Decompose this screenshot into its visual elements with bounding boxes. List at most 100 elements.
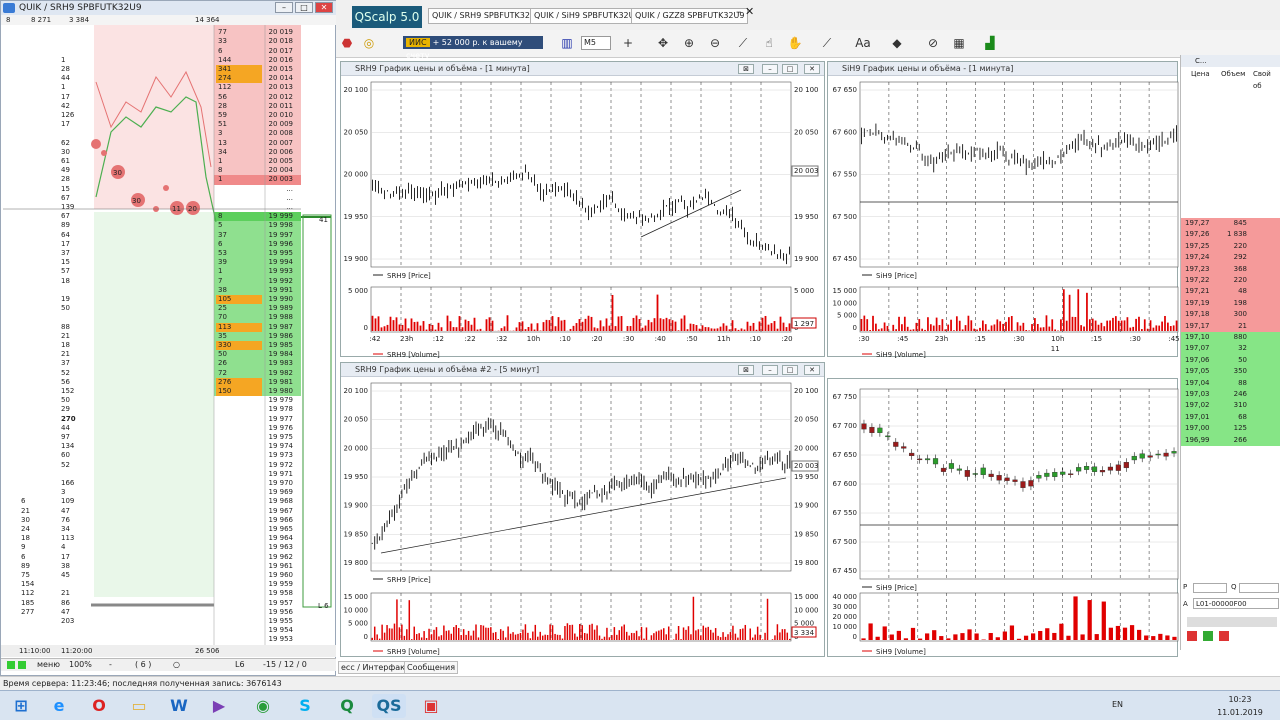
glass-bid-row[interactable]: 197,10 880: [1181, 332, 1280, 344]
zoom-level[interactable]: 100%: [69, 659, 92, 671]
timeframe-select[interactable]: M5: [581, 36, 611, 50]
glass-ask-row[interactable]: 197,21 48: [1181, 286, 1280, 298]
qty-input[interactable]: [1239, 583, 1279, 593]
explorer-icon[interactable]: ▭: [122, 694, 156, 718]
volume-bar: [1074, 316, 1077, 331]
glass-ask-row[interactable]: 197,23 368: [1181, 263, 1280, 275]
glass-ask-row[interactable]: 197,25 220: [1181, 240, 1280, 253]
line-tool-icon[interactable]: ⟋: [818, 34, 836, 52]
buy-icon[interactable]: [1203, 631, 1213, 641]
volume-bar: [430, 634, 433, 640]
chart-sih9-candles[interactable]: 67 750 67 700 67 650 67 600 67 550 67 500 67 4…: [827, 378, 1179, 657]
promo-banner[interactable]: ИИС + 52 000 р. к вашему счету: [403, 36, 543, 60]
glass-ask-row[interactable]: 197,26 1 838: [1181, 229, 1280, 241]
glass-bid-row[interactable]: 197,01 68: [1181, 411, 1280, 424]
volume-bar: [882, 626, 887, 640]
sell-icon[interactable]: [1219, 631, 1229, 641]
volume-bar: [596, 328, 599, 331]
clock[interactable]: 10:23 11.01.2019: [1210, 693, 1270, 719]
marker-icon[interactable]: ◆: [888, 34, 906, 52]
bar-chart-icon[interactable]: ▥: [558, 34, 576, 52]
volume-bar: [973, 328, 976, 331]
opera-icon[interactable]: O: [82, 694, 116, 718]
glass-bid-row[interactable]: 197,06 50: [1181, 354, 1280, 367]
zoom-out-icon[interactable]: ⊖: [706, 34, 724, 52]
y-tick-label: 19 800: [344, 559, 369, 567]
menu-button[interactable]: меню: [37, 659, 60, 671]
qscalp-taskbar-icon[interactable]: QS: [372, 694, 406, 718]
hide-icon[interactable]: ⊘: [924, 34, 942, 52]
glass-ask-row[interactable]: 197,18 300: [1181, 309, 1280, 321]
glass-ask-row[interactable]: 197,22 220: [1181, 275, 1280, 287]
price-input[interactable]: [1193, 583, 1227, 593]
volume-bar: [667, 626, 670, 640]
zoom-in-icon[interactable]: ⊕: [680, 34, 698, 52]
volume-bar: [1016, 638, 1022, 640]
volume-bar: [877, 329, 880, 331]
close-button[interactable]: ✕: [315, 2, 333, 13]
language-indicator[interactable]: EN: [1112, 700, 1123, 709]
text-tool-button[interactable]: Aa: [851, 34, 875, 52]
chrome-icon[interactable]: ◉: [246, 694, 280, 718]
glass-ask-row[interactable]: 197,24 292: [1181, 252, 1280, 264]
glass-bid-row[interactable]: 197,00 125: [1181, 423, 1280, 435]
main-close-button[interactable]: ✕: [745, 5, 754, 18]
chart-srh9-1m[interactable]: SRH9 График цены и объёма - [1 минута] ⊠…: [340, 61, 825, 359]
volume-bar: [413, 626, 415, 640]
level2-icon[interactable]: ▟: [981, 34, 999, 52]
app-icon[interactable]: ▣: [414, 694, 448, 718]
glass-bid-row[interactable]: 197,02 310: [1181, 400, 1280, 412]
tab-srh9[interactable]: QUIK / SRH9 SPBFUTK32U9: [428, 8, 545, 24]
y-tick-label: 67 650: [833, 86, 858, 94]
glass-price: 197,26: [1185, 230, 1210, 239]
glass-bid-row[interactable]: 197,07 32: [1181, 343, 1280, 355]
chart-srh9-5m[interactable]: SRH9 График цены и объёма #2 - [5 минут]…: [340, 362, 825, 657]
pointer-hand-icon[interactable]: ☝: [760, 34, 778, 52]
minimize-button[interactable]: –: [275, 2, 293, 13]
volume-bar: [534, 624, 537, 640]
chart-sih9-1m[interactable]: SiH9 График цены и объёма - [1 минута] 6…: [827, 61, 1180, 359]
tab-messages[interactable]: Сообщения: [404, 661, 459, 674]
tab-news[interactable]: есс / Интерфакс: [338, 661, 413, 674]
glass-ask-row[interactable]: 197,27 845: [1181, 218, 1280, 230]
glass-bid-row[interactable]: 197,04 88: [1181, 377, 1280, 389]
volume-bar: [1175, 320, 1178, 331]
glass-bid-row[interactable]: 196,99 266: [1181, 434, 1280, 446]
quik-icon[interactable]: Q: [330, 694, 364, 718]
account-select[interactable]: L01-00000F00: [1193, 598, 1279, 609]
ruler-icon[interactable]: ⟋: [734, 34, 752, 52]
skype-icon[interactable]: S: [288, 694, 322, 718]
glass-action-bar[interactable]: [1187, 617, 1277, 627]
vs-icon[interactable]: ▶: [202, 694, 236, 718]
main-minimize-button[interactable]: –: [736, 5, 742, 18]
cancel-order-icon[interactable]: [1187, 631, 1197, 641]
volume-bar: [453, 627, 455, 640]
volume-bar: [1023, 635, 1029, 640]
volume-bar: [603, 636, 606, 640]
volume-bar: [1151, 636, 1156, 640]
glass-ask-row[interactable]: 197,17 21: [1181, 320, 1280, 332]
glass-volume: 88: [1238, 378, 1247, 387]
glass-ask-row[interactable]: 197,19 198: [1181, 297, 1280, 310]
coins-icon[interactable]: ◎: [360, 34, 378, 52]
candle: [1012, 479, 1018, 482]
word-icon[interactable]: W: [162, 694, 196, 718]
tab-gzz8[interactable]: QUIK / GZZ8 SPBFUTK32U9: [631, 8, 749, 24]
maximize-button[interactable]: □: [295, 2, 313, 13]
volume-bar: [373, 626, 376, 640]
ie-icon[interactable]: e: [42, 694, 76, 718]
glass-bid-row[interactable]: 197,03 246: [1181, 389, 1280, 401]
volume-bar: [554, 633, 556, 640]
move-icon[interactable]: ✥: [654, 34, 672, 52]
circle-toggle[interactable]: ○: [173, 659, 180, 671]
stop-icon[interactable]: ⬣: [338, 34, 356, 52]
volume-bar: [413, 321, 416, 331]
tab-sih9[interactable]: QUIK / SiH9 SPBFUTK32U9: [530, 8, 644, 24]
glass-bid-row[interactable]: 197,05 350: [1181, 366, 1280, 378]
start-button[interactable]: ⊞: [4, 694, 38, 718]
grid-icon[interactable]: ▦: [950, 34, 968, 52]
hand-icon[interactable]: ✋: [786, 34, 804, 52]
crosshair-icon[interactable]: +: [619, 34, 637, 52]
volume-bar: [641, 327, 644, 331]
order-book[interactable]: 20 0206420 0197720 0183320 017620 016144…: [1, 17, 337, 657]
